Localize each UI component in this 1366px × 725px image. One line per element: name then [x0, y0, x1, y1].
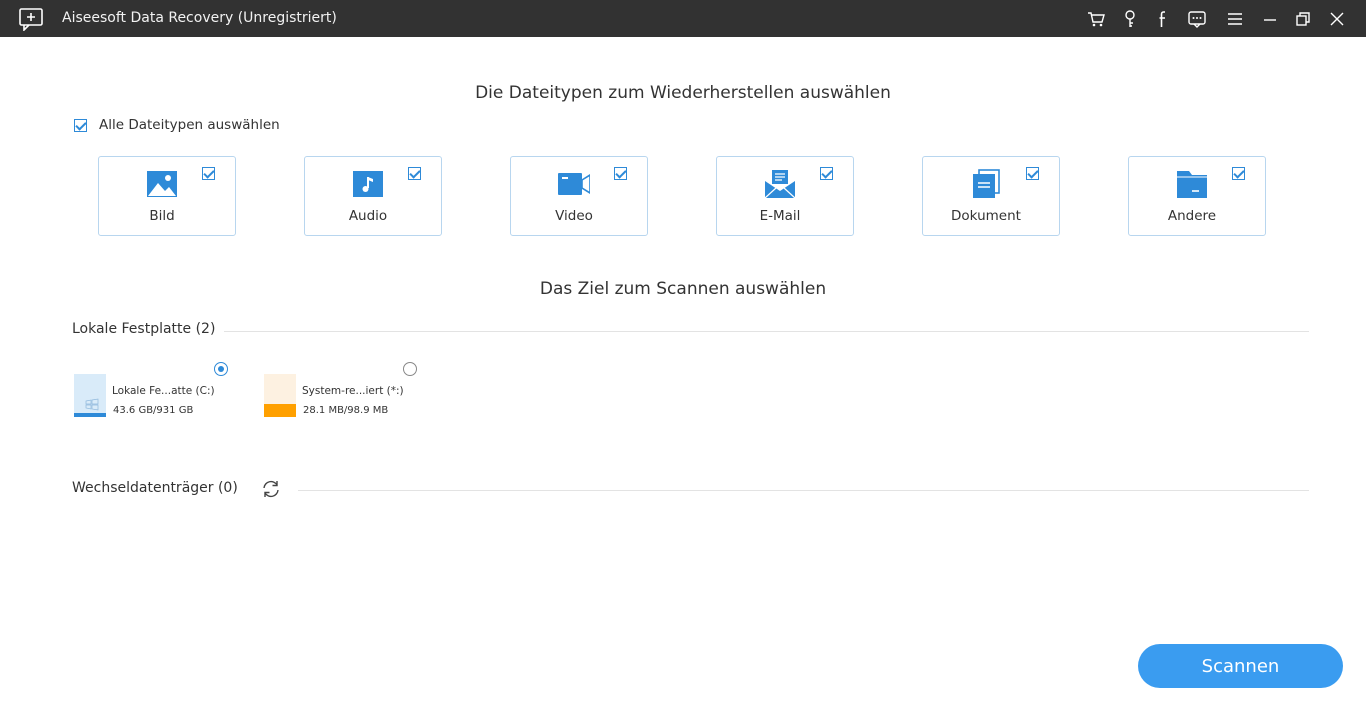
- removable-drives-divider: [298, 490, 1309, 491]
- filetype-card-other[interactable]: Andere: [1128, 156, 1266, 236]
- filetype-document-checkbox[interactable]: [1026, 167, 1039, 180]
- drive-size: 28.1 MB/98.9 MB: [303, 405, 389, 416]
- refresh-icon[interactable]: [260, 479, 282, 499]
- drive-c-radio[interactable]: [214, 362, 228, 376]
- music-note-icon: [352, 169, 384, 199]
- close-icon[interactable]: [1327, 9, 1347, 29]
- envelope-icon: [764, 169, 796, 199]
- filetype-label: Dokument: [951, 208, 1021, 224]
- key-icon[interactable]: [1120, 9, 1140, 29]
- filetype-label: Bild: [149, 208, 175, 224]
- minimize-icon[interactable]: [1260, 9, 1280, 29]
- filetype-image-checkbox[interactable]: [202, 167, 215, 180]
- filetypes-heading: Die Dateitypen zum Wiederherstellen ausw…: [475, 83, 891, 103]
- select-all-check-icon[interactable]: [74, 118, 87, 132]
- filetype-card-image[interactable]: Bild: [98, 156, 236, 236]
- window-title: Aiseesoft Data Recovery (Unregistriert): [62, 10, 337, 26]
- select-all-checkbox[interactable]: Alle Dateitypen auswählen: [72, 116, 280, 134]
- drive-system-reserved-radio[interactable]: [403, 362, 417, 376]
- cart-icon[interactable]: [1086, 9, 1106, 29]
- restore-icon[interactable]: [1293, 9, 1313, 29]
- filetype-card-audio[interactable]: Audio: [304, 156, 442, 236]
- feedback-icon[interactable]: [1187, 9, 1207, 29]
- app-logo-icon: [18, 7, 46, 32]
- filetype-card-video[interactable]: Video: [510, 156, 648, 236]
- filetype-card-email[interactable]: E-Mail: [716, 156, 854, 236]
- filetype-label: E-Mail: [759, 208, 801, 224]
- local-drives-divider: [224, 331, 1309, 332]
- image-icon: [146, 169, 178, 199]
- local-drives-label: Lokale Festplatte (2): [72, 321, 216, 337]
- folder-icon: [1176, 169, 1208, 199]
- title-bar: Aiseesoft Data Recovery (Unregistriert): [0, 0, 1366, 37]
- select-all-label: Alle Dateitypen auswählen: [99, 117, 280, 133]
- document-icon: [970, 169, 1002, 199]
- filetype-card-document[interactable]: Dokument: [922, 156, 1060, 236]
- filetype-label: Audio: [348, 208, 388, 224]
- drive-name: System-re...iert (*:): [302, 385, 404, 397]
- menu-icon[interactable]: [1225, 9, 1245, 29]
- drive-system-reserved[interactable]: System-re...iert (*:) 28.1 MB/98.9 MB: [264, 362, 444, 422]
- video-camera-icon: [558, 169, 590, 199]
- filetype-email-checkbox[interactable]: [820, 167, 833, 180]
- filetype-video-checkbox[interactable]: [614, 167, 627, 180]
- filetype-label: Andere: [1167, 208, 1217, 224]
- filetype-audio-checkbox[interactable]: [408, 167, 421, 180]
- scan-button[interactable]: Scannen: [1138, 644, 1343, 688]
- filetype-label: Video: [555, 208, 593, 224]
- drive-size: 43.6 GB/931 GB: [113, 405, 194, 416]
- drive-icon: [264, 374, 296, 417]
- windows-drive-icon: [74, 374, 106, 417]
- target-heading: Das Ziel zum Scannen auswählen: [539, 279, 827, 299]
- drive-name: Lokale Fe...atte (C:): [112, 385, 215, 397]
- removable-drives-label: Wechseldatenträger (0): [72, 480, 238, 496]
- facebook-icon[interactable]: [1153, 9, 1173, 29]
- filetype-other-checkbox[interactable]: [1232, 167, 1245, 180]
